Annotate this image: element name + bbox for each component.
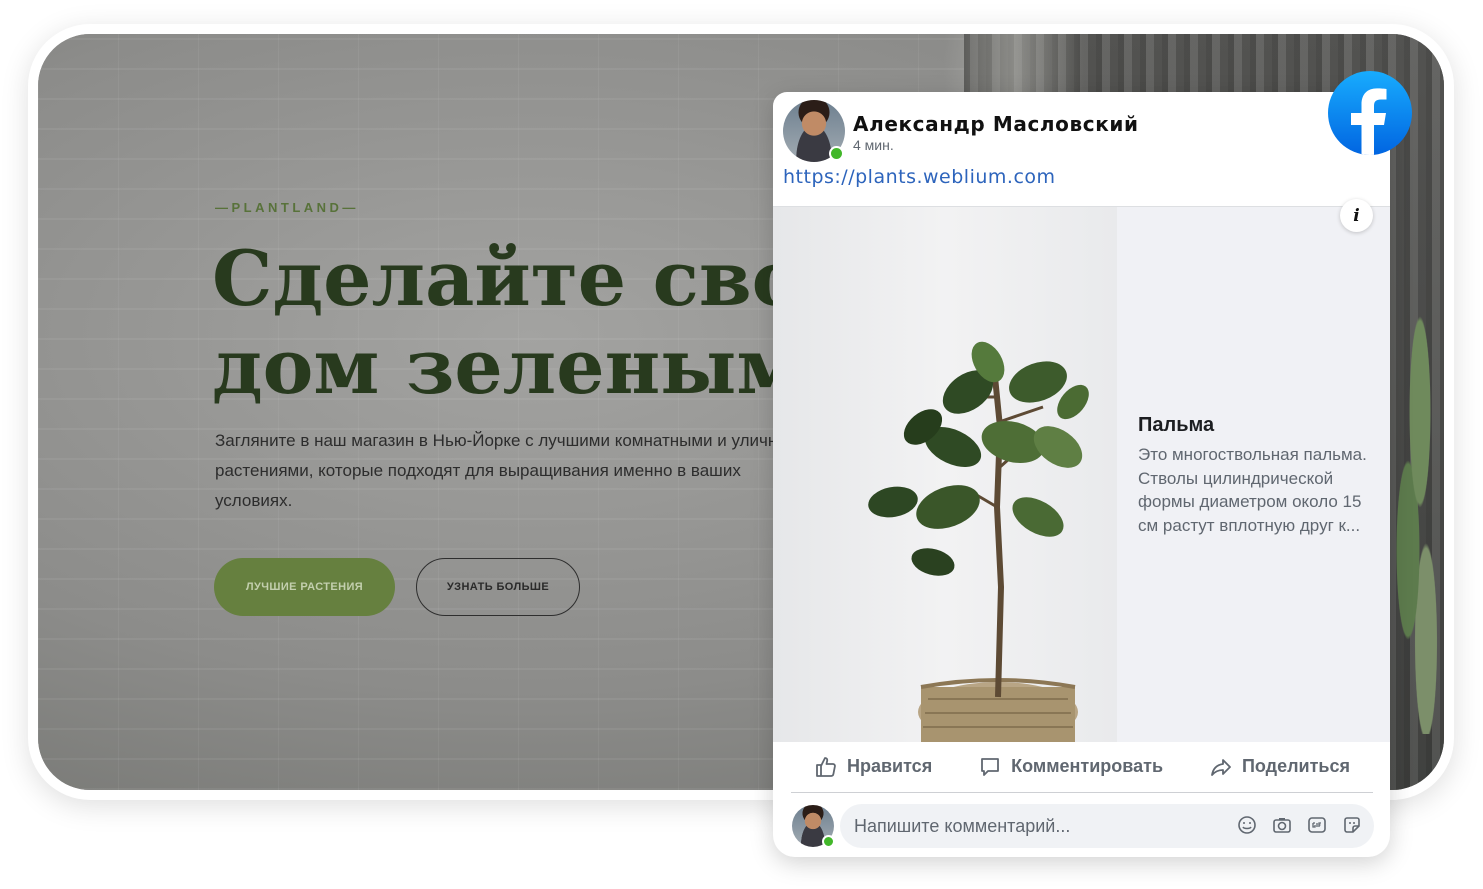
sticker-icon[interactable]: [1342, 815, 1362, 835]
commenter-online-dot: [822, 835, 835, 848]
succulent-decoration: [1384, 274, 1444, 734]
post-link[interactable]: https://plants.weblium.com: [783, 166, 1056, 188]
post-author-name[interactable]: Александр Масловский: [853, 112, 1139, 136]
like-button[interactable]: Нравится: [814, 755, 932, 779]
facebook-logo-icon: [1328, 71, 1412, 155]
comment-input[interactable]: Напишите комментарий...: [840, 804, 1374, 848]
hero-headline-line2: дом зеленым: [212, 322, 803, 411]
post-timestamp[interactable]: 4 мин.: [853, 137, 894, 153]
comment-placeholder: Напишите комментарий...: [854, 816, 1071, 836]
ficus-plant-illustration: [868, 341, 1089, 742]
link-preview-details[interactable]: Пальма Это многоствольная пальма. Стволы…: [1117, 207, 1390, 742]
comment-button[interactable]: Комментировать: [978, 755, 1163, 779]
share-button[interactable]: Поделиться: [1209, 755, 1350, 779]
product-description: Это многоствольная пальма. Стволы цилинд…: [1138, 445, 1367, 535]
comment-tools: [1237, 815, 1362, 835]
plant-photo: [773, 207, 1117, 742]
hero-headline: Сделайте свой дом зеленым: [212, 235, 859, 411]
gif-icon[interactable]: [1307, 815, 1327, 835]
share-label: Поделиться: [1241, 756, 1350, 776]
share-arrow-icon: [1211, 758, 1231, 776]
product-title: Пальма: [1138, 414, 1215, 436]
thumbs-up-icon: [816, 756, 836, 777]
hero-description: Загляните в наш магазин в Нью-Йорке с лу…: [215, 431, 811, 510]
brand-eyebrow: —PLANTLAND—: [215, 200, 359, 215]
facebook-post-card: Александр Масловский 4 мин. https://plan…: [773, 92, 1390, 857]
comment-icon: [981, 757, 1000, 776]
camera-icon[interactable]: [1272, 815, 1292, 835]
comment-label: Комментировать: [1011, 756, 1164, 776]
info-icon[interactable]: i: [1340, 199, 1373, 232]
hero-headline-line1: Сделайте свой: [212, 234, 859, 323]
learn-more-button[interactable]: УЗНАТЬ БОЛЬШЕ: [416, 558, 580, 616]
like-label: Нравится: [846, 756, 933, 776]
post-actions-bar: Нравится Комментировать Поделиться: [791, 741, 1373, 793]
link-preview[interactable]: Пальма Это многоствольная пальма. Стволы…: [773, 206, 1390, 742]
emoji-icon[interactable]: [1237, 815, 1257, 835]
best-plants-button[interactable]: ЛУЧШИЕ РАСТЕНИЯ: [214, 558, 395, 616]
online-status-dot: [829, 146, 844, 161]
